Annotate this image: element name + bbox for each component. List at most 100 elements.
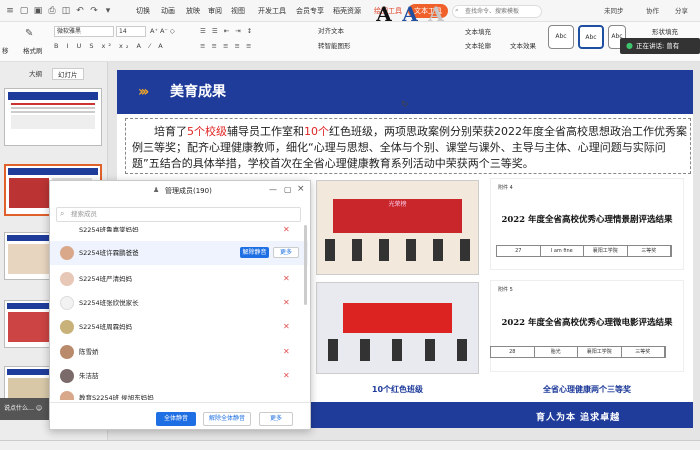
menu-vip[interactable]: 会员专享	[296, 5, 324, 18]
shape-style-2[interactable]: Abc	[578, 25, 604, 49]
cert1-cell: I am fine	[541, 246, 584, 256]
slide-title[interactable]: 美育成果	[170, 83, 226, 101]
tab-slides[interactable]: 幻灯片	[52, 68, 84, 80]
text-style-blue[interactable]: A	[399, 2, 421, 26]
menu-slideshow[interactable]: 放映	[186, 5, 200, 18]
save-icon[interactable]: ▣	[32, 5, 44, 17]
avatar	[60, 246, 74, 260]
cert1-head: 附件 4	[498, 185, 513, 191]
mic-muted-icon[interactable]: ✕	[283, 225, 292, 234]
close-icon[interactable]: ×	[297, 184, 305, 194]
text-style-black[interactable]: A	[373, 2, 395, 26]
mic-muted-icon[interactable]: ✕	[283, 274, 292, 283]
comment-box[interactable]: 说点什么… ☺	[0, 398, 50, 420]
body-text-2: 辅导员工作室和	[227, 125, 304, 138]
mic-muted-icon[interactable]: ✕	[283, 347, 292, 356]
text-fill-button[interactable]: 文本填充	[465, 27, 491, 37]
minimize-icon[interactable]: —	[269, 185, 277, 194]
photo-red-class-1[interactable]: 光荣榜	[316, 180, 479, 275]
cert2-title: 2022 年度全省高校优秀心理微电影评选结果	[501, 318, 673, 328]
cert1-cell: 三等奖	[628, 246, 671, 256]
avatar	[60, 345, 74, 359]
cert2-cell: 襄阳工学院	[578, 347, 622, 357]
file-icon[interactable]: ▢	[18, 5, 30, 17]
format-painter-button[interactable]: 格式刷	[23, 46, 43, 56]
slide-thumbnail[interactable]	[4, 88, 102, 146]
avatar	[60, 320, 74, 334]
menu-icon[interactable]: ≡	[4, 5, 16, 17]
body-paragraph[interactable]: 培育了5个校级辅导员工作室和10个红色班级，两项思政案例分别荣获2022年度全省…	[132, 124, 687, 172]
more-options-button[interactable]: 更多	[259, 412, 293, 426]
shape-style-1[interactable]: Abc	[548, 25, 574, 49]
photo-red-class-2[interactable]	[316, 282, 479, 374]
paste-button[interactable]: 移	[2, 46, 9, 56]
cert2-cell: 28	[491, 347, 535, 357]
search-icon: ⌕	[455, 6, 459, 14]
dialog-title: 管理成员(190)	[165, 187, 212, 195]
cert2-cell: 胎光	[535, 347, 578, 357]
share-button[interactable]: 分享	[675, 5, 688, 17]
menu-review[interactable]: 审阅	[208, 5, 222, 18]
font-name-select[interactable]: 微软雅黑	[54, 26, 114, 37]
redo-icon[interactable]: ↷	[88, 5, 100, 17]
menu-transition[interactable]: 切换	[136, 5, 150, 18]
font-style-buttons[interactable]: B I U S x² x₂ A ⁄ A	[54, 41, 166, 51]
command-search-input[interactable]: 查找命令、搜索模板	[452, 5, 542, 18]
member-name: 陈雪娇	[79, 348, 99, 356]
rotate-handle-icon[interactable]: ↻	[401, 100, 411, 110]
cert1-row: 27 I am fine 襄阳工学院 三等奖	[496, 245, 672, 257]
member-name: S2254班许霖鹏爸爸	[79, 249, 139, 257]
shape-fill-button[interactable]: 形状填充	[652, 27, 678, 37]
member-name: S2254班严清妈妈	[79, 275, 133, 283]
scrollbar[interactable]	[304, 225, 307, 305]
cert2-row: 28 胎光 襄阳工学院 三等奖	[490, 346, 666, 358]
align-buttons[interactable]: ≡ ≡ ≡ ≡ ≡	[200, 41, 254, 51]
members-icon: ♟	[153, 186, 160, 194]
search-icon: ⌕	[60, 209, 65, 218]
format-painter-icon[interactable]: ✎	[25, 28, 39, 40]
menu-view[interactable]: 视图	[231, 5, 245, 18]
cert1-title: 2022 年度全省高校优秀心理情景剧评选结果	[501, 215, 673, 225]
cert2-head: 附件 5	[498, 287, 513, 293]
align-text-button[interactable]: 对齐文本	[318, 26, 344, 36]
status-bar	[0, 440, 700, 450]
collab-button[interactable]: 协作	[646, 5, 659, 17]
preview-icon[interactable]: ◫	[60, 5, 72, 17]
list-buttons[interactable]: ☰ ☰ ⇤ ⇥ ↕	[200, 26, 254, 36]
member-name: S2254班张欣悦家长	[79, 299, 139, 307]
member-name: S2254班周霖妈妈	[79, 323, 133, 331]
print-icon[interactable]: ⎙	[46, 5, 58, 17]
body-red-1: 5个校级	[187, 125, 227, 138]
microphone-icon: ●	[626, 41, 633, 50]
member-search-input[interactable]: 搜索成员	[56, 207, 301, 222]
text-style-outline[interactable]: A	[425, 2, 447, 26]
avatar	[60, 272, 74, 286]
more-button[interactable]: 更多	[273, 247, 299, 258]
menu-animation[interactable]: 动画	[161, 5, 175, 18]
text-effect-button[interactable]: 文本效果	[510, 41, 536, 51]
divider	[50, 402, 310, 403]
font-size-select[interactable]: 14	[116, 26, 146, 37]
tab-outline[interactable]: 大纲	[24, 68, 47, 80]
menu-docer[interactable]: 稻壳资源	[333, 5, 361, 18]
mic-muted-icon[interactable]: ✕	[283, 371, 292, 380]
cert1-cell: 27	[497, 246, 541, 256]
avatar	[60, 296, 74, 310]
mute-all-button[interactable]: 全体静音	[156, 412, 196, 426]
unmute-button[interactable]: 解除静音	[240, 247, 269, 258]
menu-devtools[interactable]: 开发工具	[258, 5, 286, 18]
avatar	[60, 391, 74, 400]
mic-muted-icon[interactable]: ✕	[283, 322, 292, 331]
mic-muted-icon[interactable]: ✕	[283, 298, 292, 307]
restore-icon[interactable]: ▢	[284, 185, 292, 194]
dropdown-icon[interactable]: ▾	[102, 5, 114, 17]
undo-icon[interactable]: ↶	[74, 5, 86, 17]
cert2-cell: 三等奖	[622, 347, 665, 357]
font-grow-icon[interactable]: A⁺ A⁻ ◇	[150, 26, 175, 36]
unsynced-status[interactable]: 未同步	[604, 5, 624, 17]
unmute-all-button[interactable]: 解除全体静音	[203, 412, 251, 426]
body-text-1: 培育了	[154, 125, 187, 138]
text-outline-button[interactable]: 文本轮廓	[465, 41, 491, 51]
photo-board: 光荣榜	[333, 199, 462, 233]
smart-graphic-button[interactable]: 转智能图形	[318, 41, 351, 51]
